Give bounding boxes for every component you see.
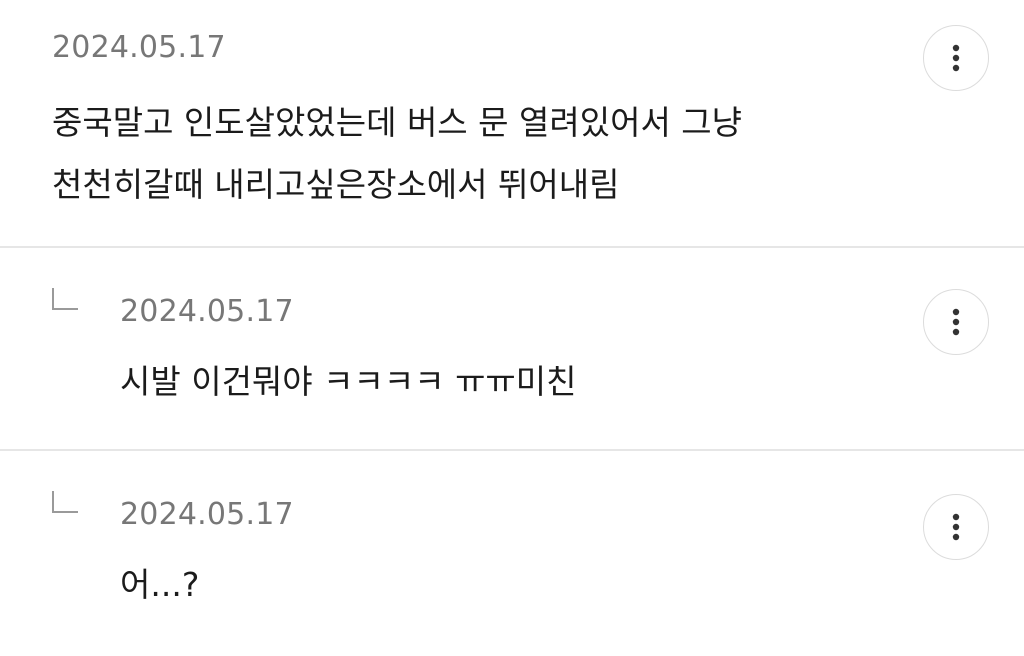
reply-date: 2024.05.17 (120, 497, 294, 532)
comment-date: 2024.05.17 (52, 30, 226, 65)
more-options-button[interactable] (923, 25, 989, 91)
comment-item: 2024.05.17 중국말고 인도살았었는데 버스 문 열려있어서 그냥 천천… (0, 0, 1024, 248)
reply-item: 2024.05.17 시발 이건뭐야 ㅋㅋㅋㅋ ㅠㅠ미친 (0, 248, 1024, 451)
more-vertical-icon (952, 513, 960, 541)
reply-item: 2024.05.17 어...? (0, 451, 1024, 656)
more-options-button[interactable] (923, 289, 989, 355)
reply-text: 어...? (120, 565, 200, 604)
comment-text-line: 중국말고 인도살았었는데 버스 문 열려있어서 그냥 (52, 103, 743, 142)
reply-text: 시발 이건뭐야 ㅋㅋㅋㅋ ㅠㅠ미친 (120, 362, 577, 401)
reply-arrow-icon (52, 288, 78, 310)
more-vertical-icon (952, 44, 960, 72)
reply-date: 2024.05.17 (120, 294, 294, 329)
more-options-button[interactable] (923, 494, 989, 560)
more-vertical-icon (952, 308, 960, 336)
reply-arrow-icon (52, 491, 78, 513)
comment-text-line: 천천히갈때 내리고싶은장소에서 뛰어내림 (52, 165, 620, 204)
comment-list: 2024.05.17 중국말고 인도살았었는데 버스 문 열려있어서 그냥 천천… (0, 0, 1024, 656)
comment-text: 중국말고 인도살았었는데 버스 문 열려있어서 그냥 천천히갈때 내리고싶은장소… (52, 92, 892, 216)
